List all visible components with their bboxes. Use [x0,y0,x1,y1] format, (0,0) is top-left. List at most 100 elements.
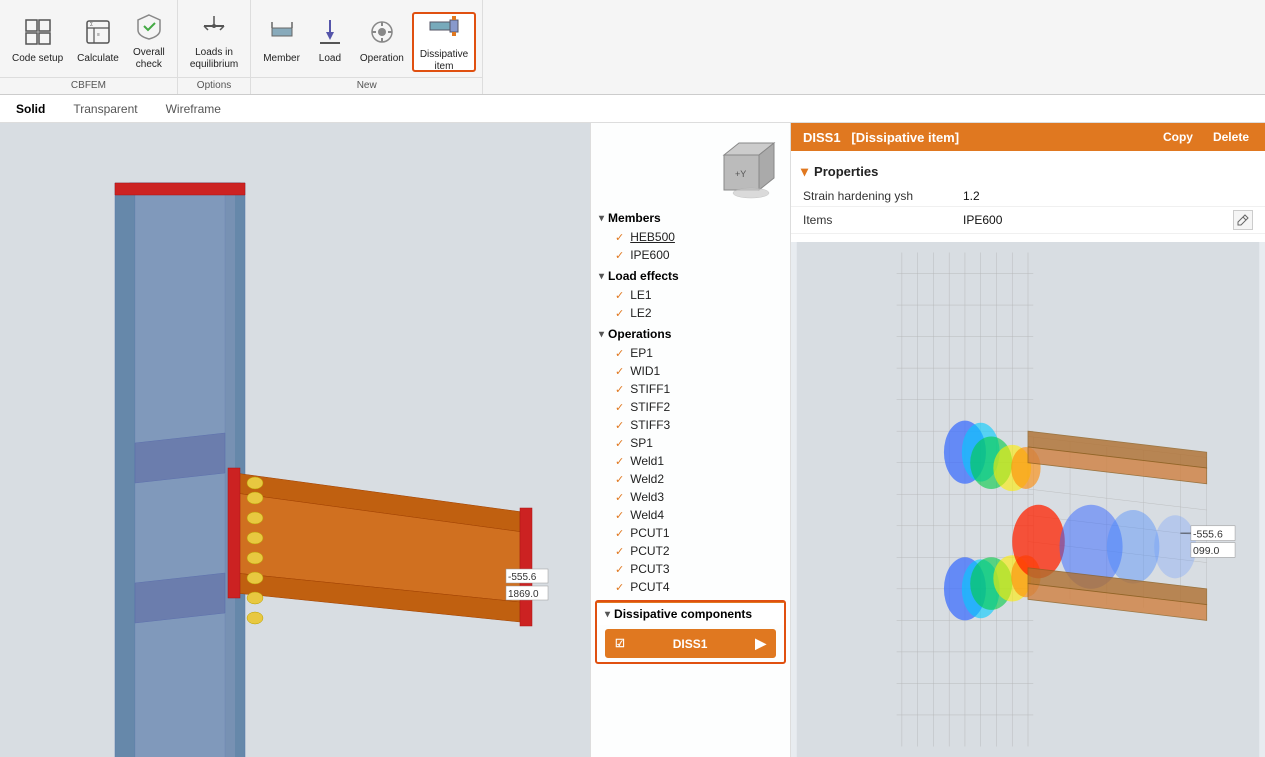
stiff1-label: STIFF1 [630,382,670,396]
items-value-container: IPE600 [963,210,1253,230]
wireframe-view-button[interactable]: Wireframe [160,100,227,118]
sp1-check-icon: ✓ [615,437,624,450]
svg-text:-555.6: -555.6 [1193,528,1223,540]
strain-hardening-value: 1.2 [963,189,1253,203]
svg-text:+Y: +Y [735,169,746,179]
loads-in-equilibrium-label: Loads inequilibrium [190,47,238,71]
items-label: Items [803,213,963,227]
member-icon [268,18,296,51]
tree-panel: +Y ▾ Members ✓ HEB500 ✓ IPE600 [590,123,790,757]
load-button[interactable]: Load [308,12,352,72]
nav-cube[interactable]: +Y [719,135,784,200]
pcut2-label: PCUT2 [630,544,669,558]
tree-item-sp1[interactable]: ✓ SP1 [591,434,790,452]
pcut4-check-icon: ✓ [615,581,624,594]
ipe600-label: IPE600 [630,248,669,262]
weld2-label: Weld2 [630,472,664,486]
tree-item-wid1[interactable]: ✓ WID1 [591,362,790,380]
tree-item-weld2[interactable]: ✓ Weld2 [591,470,790,488]
code-setup-button[interactable]: Code setup [6,12,69,72]
ipe600-check-icon: ✓ [615,249,624,262]
code-setup-icon [24,18,52,51]
transparent-view-button[interactable]: Transparent [67,100,143,118]
members-collapse-icon: ▾ [599,213,604,224]
tree-item-heb500[interactable]: ✓ HEB500 [591,228,790,246]
operations-header[interactable]: ▾ Operations [591,324,790,344]
svg-text:≡: ≡ [97,32,100,38]
cbfem-label: CBFEM [0,77,177,94]
tree-item-stiff2[interactable]: ✓ STIFF2 [591,398,790,416]
weld4-check-icon: ✓ [615,509,624,522]
overall-check-button[interactable]: Overallcheck [127,12,171,72]
dissipative-item-icon [428,10,460,47]
tree-item-pcut2[interactable]: ✓ PCUT2 [591,542,790,560]
dissipative-item-button[interactable]: Dissipativeitem [412,12,476,72]
operations-collapse-icon: ▾ [599,329,604,340]
right-3d-view[interactable]: -555.6 099.0 [791,242,1265,757]
operation-button[interactable]: Operation [354,12,410,72]
properties-section-header: ▾ Properties [791,159,1265,186]
items-edit-button[interactable] [1233,210,1253,230]
tree-item-pcut1[interactable]: ✓ PCUT1 [591,524,790,542]
members-section: ▾ Members ✓ HEB500 ✓ IPE600 [591,208,790,264]
right-panel: DISS1 [Dissipative item] Copy Delete ▾ P… [790,123,1265,757]
operations-label: Operations [608,327,671,341]
stiff1-check-icon: ✓ [615,383,624,396]
tree-item-weld3[interactable]: ✓ Weld3 [591,488,790,506]
le1-label: LE1 [630,288,651,302]
toolbar: Code setup Σ ≡ Calculate [0,0,1265,95]
tree-item-weld4[interactable]: ✓ Weld4 [591,506,790,524]
overall-check-icon [135,12,163,45]
delete-button[interactable]: Delete [1209,128,1253,146]
dissipative-components-header[interactable]: ▾ Dissipative components [597,602,784,625]
items-value: IPE600 [963,213,1002,227]
3d-viewport[interactable]: -555.6 1869.0 +Y ▾ Members [0,123,790,757]
right-panel-header: DISS1 [Dissipative item] Copy Delete [791,123,1265,151]
weld2-check-icon: ✓ [615,473,624,486]
weld3-label: Weld3 [630,490,664,504]
right-header-type: [Dissipative item] [851,130,959,145]
toolbar-group-options: Loads inequilibrium Options [178,0,251,94]
options-buttons: Loads inequilibrium [178,4,250,75]
tree-item-pcut4[interactable]: ✓ PCUT4 [591,578,790,596]
cbfem-buttons: Code setup Σ ≡ Calculate [0,4,177,75]
strain-hardening-row: Strain hardening ysh 1.2 [791,186,1265,207]
view-toggle-bar: Solid Transparent Wireframe [0,95,1265,123]
calculate-button[interactable]: Σ ≡ Calculate [71,12,125,72]
wid1-label: WID1 [630,364,660,378]
pcut3-label: PCUT3 [630,562,669,576]
dissipative-item-label: Dissipativeitem [420,49,468,73]
main-area: -555.6 1869.0 +Y ▾ Members [0,123,1265,757]
member-label: Member [263,53,300,65]
loads-in-equilibrium-button[interactable]: Loads inequilibrium [184,12,244,72]
member-button[interactable]: Member [257,12,306,72]
solid-view-button[interactable]: Solid [10,100,51,118]
heb500-check-icon: ✓ [615,231,624,244]
calculate-label: Calculate [77,53,119,65]
calculate-icon: Σ ≡ [84,18,112,51]
operation-icon [368,18,396,51]
diss1-item[interactable]: ☑ DISS1 ▶ [605,629,776,658]
tree-item-stiff3[interactable]: ✓ STIFF3 [591,416,790,434]
tree-item-ep1[interactable]: ✓ EP1 [591,344,790,362]
stiff3-label: STIFF3 [630,418,670,432]
tree-item-weld1[interactable]: ✓ Weld1 [591,452,790,470]
load-effects-header[interactable]: ▾ Load effects [591,266,790,286]
right-header-diss-id: DISS1 [803,130,841,145]
pcut1-label: PCUT1 [630,526,669,540]
pcut2-check-icon: ✓ [615,545,624,558]
weld4-label: Weld4 [630,508,664,522]
members-header[interactable]: ▾ Members [591,208,790,228]
tree-item-le1[interactable]: ✓ LE1 [591,286,790,304]
tree-item-le2[interactable]: ✓ LE2 [591,304,790,322]
stiff3-check-icon: ✓ [615,419,624,432]
copy-button[interactable]: Copy [1159,128,1197,146]
tree-item-ipe600[interactable]: ✓ IPE600 [591,246,790,264]
dissipative-label: Dissipative components [614,607,752,621]
loads-in-equilibrium-icon [200,12,228,45]
operations-section: ▾ Operations ✓ EP1 ✓ WID1 ✓ STIFF1 ✓ S [591,324,790,596]
svg-text:1869.0: 1869.0 [508,589,539,600]
tree-item-pcut3[interactable]: ✓ PCUT3 [591,560,790,578]
load-icon [316,18,344,51]
tree-item-stiff1[interactable]: ✓ STIFF1 [591,380,790,398]
